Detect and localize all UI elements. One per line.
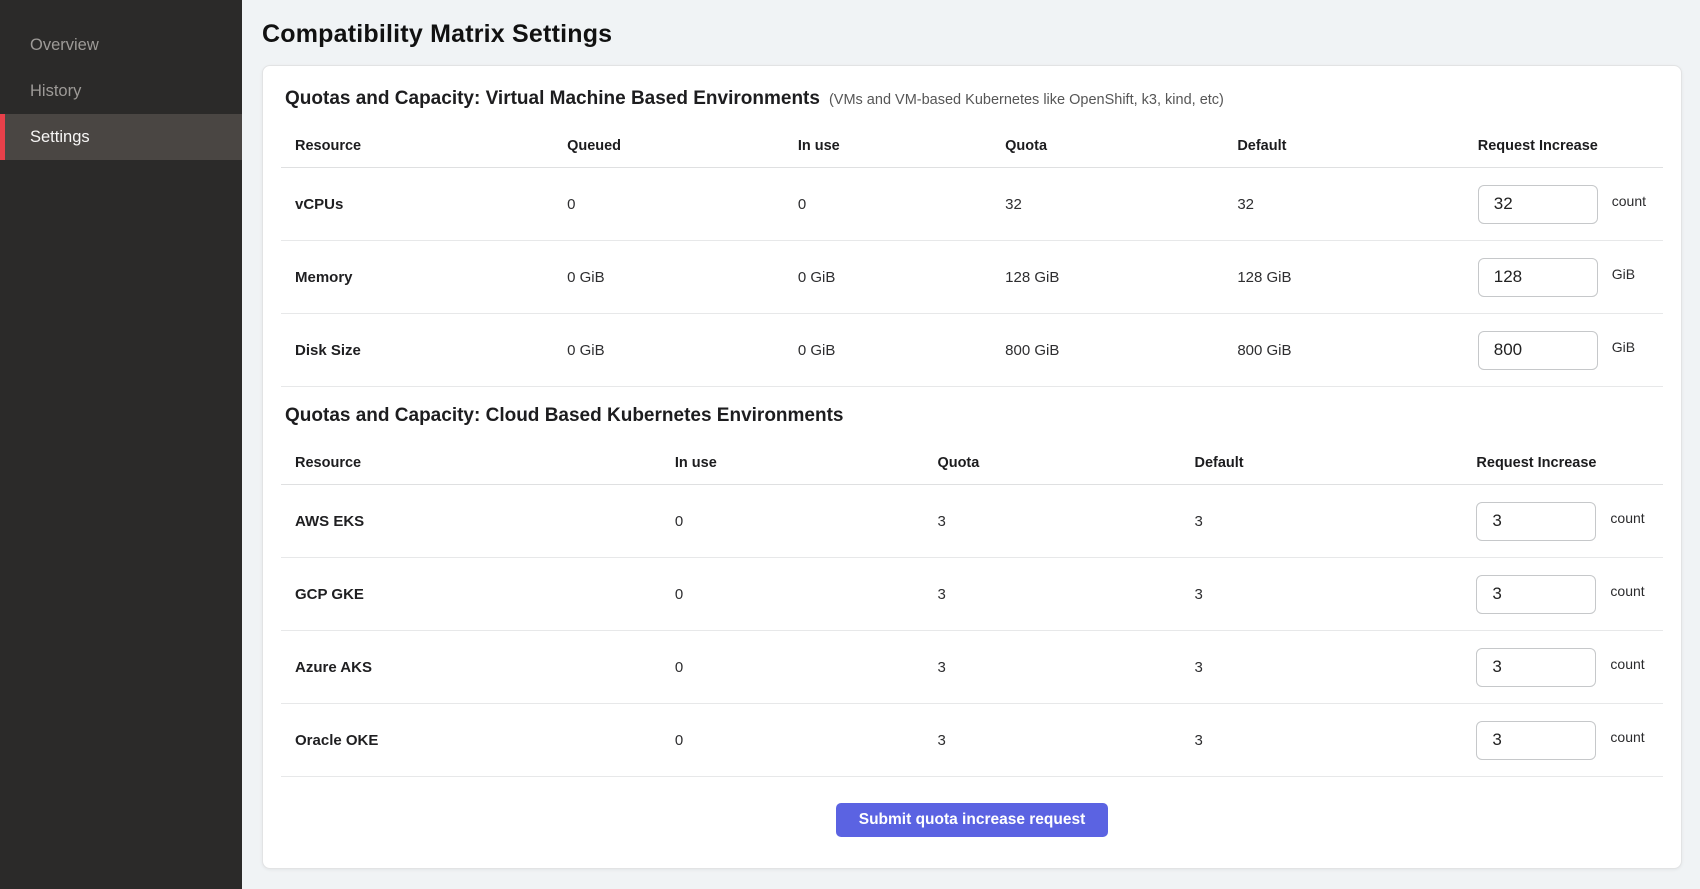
sidebar: Overview History Settings <box>0 0 242 889</box>
in-use-value: 0 GiB <box>798 269 1005 286</box>
quota-value: 3 <box>937 659 1194 676</box>
vm-col-quota: Quota <box>1005 138 1237 154</box>
cloud-col-request-increase: Request Increase <box>1476 455 1663 471</box>
in-use-value: 0 <box>675 586 938 603</box>
queued-value: 0 GiB <box>567 342 798 359</box>
resource-name: vCPUs <box>281 196 567 213</box>
resource-name: Memory <box>281 269 567 286</box>
resource-name: AWS EKS <box>281 513 675 530</box>
in-use-value: 0 <box>675 659 938 676</box>
in-use-value: 0 GiB <box>798 342 1005 359</box>
oracle-oke-request-input[interactable] <box>1476 721 1596 760</box>
sidebar-item-overview[interactable]: Overview <box>0 22 242 68</box>
unit-label: count <box>1610 510 1644 526</box>
cloud-section-title: Quotas and Capacity: Cloud Based Kuberne… <box>285 405 844 427</box>
table-row: Oracle OKE 0 3 3 count <box>281 704 1663 777</box>
vm-col-default: Default <box>1237 138 1477 154</box>
table-row: Disk Size 0 GiB 0 GiB 800 GiB 800 GiB Gi… <box>281 314 1663 387</box>
resource-name: Oracle OKE <box>281 732 675 749</box>
vm-col-request-increase: Request Increase <box>1478 138 1663 154</box>
unit-label: count <box>1610 656 1644 672</box>
resource-name: GCP GKE <box>281 586 675 603</box>
default-value: 3 <box>1194 513 1476 530</box>
queued-value: 0 GiB <box>567 269 798 286</box>
cloud-col-default: Default <box>1194 455 1476 471</box>
disk-size-request-input[interactable] <box>1478 331 1598 370</box>
default-value: 128 GiB <box>1237 269 1477 286</box>
vm-table-header: Resource Queued In use Quota Default Req… <box>281 124 1663 168</box>
submit-quota-increase-button[interactable]: Submit quota increase request <box>836 803 1109 837</box>
default-value: 3 <box>1194 586 1476 603</box>
unit-label: count <box>1610 729 1644 745</box>
sidebar-item-history[interactable]: History <box>0 68 242 114</box>
vm-col-in-use: In use <box>798 138 1005 154</box>
main-content: Compatibility Matrix Settings Quotas and… <box>242 0 1700 889</box>
default-value: 32 <box>1237 196 1477 213</box>
memory-request-input[interactable] <box>1478 258 1598 297</box>
cloud-col-resource: Resource <box>281 455 675 471</box>
vcpus-request-input[interactable] <box>1478 185 1598 224</box>
queued-value: 0 <box>567 196 798 213</box>
azure-aks-request-input[interactable] <box>1476 648 1596 687</box>
table-row: Azure AKS 0 3 3 count <box>281 631 1663 704</box>
submit-row: Submit quota increase request <box>281 777 1663 847</box>
quota-value: 800 GiB <box>1005 342 1237 359</box>
resource-name: Disk Size <box>281 342 567 359</box>
cloud-col-quota: Quota <box>937 455 1194 471</box>
vm-section-title: Quotas and Capacity: Virtual Machine Bas… <box>285 88 820 110</box>
in-use-value: 0 <box>675 732 938 749</box>
aws-eks-request-input[interactable] <box>1476 502 1596 541</box>
unit-label: count <box>1610 583 1644 599</box>
quota-value: 3 <box>937 732 1194 749</box>
quota-value: 3 <box>937 586 1194 603</box>
table-row: GCP GKE 0 3 3 count <box>281 558 1663 631</box>
default-value: 3 <box>1194 732 1476 749</box>
resource-name: Azure AKS <box>281 659 675 676</box>
cloud-table-header: Resource In use Quota Default Request In… <box>281 441 1663 485</box>
unit-label: GiB <box>1612 339 1635 355</box>
in-use-value: 0 <box>798 196 1005 213</box>
sidebar-item-settings[interactable]: Settings <box>0 114 242 160</box>
default-value: 800 GiB <box>1237 342 1477 359</box>
settings-card: Quotas and Capacity: Virtual Machine Bas… <box>262 65 1682 869</box>
table-row: Memory 0 GiB 0 GiB 128 GiB 128 GiB GiB <box>281 241 1663 314</box>
unit-label: count <box>1612 193 1646 209</box>
vm-col-resource: Resource <box>281 138 567 154</box>
default-value: 3 <box>1194 659 1476 676</box>
cloud-col-in-use: In use <box>675 455 938 471</box>
gcp-gke-request-input[interactable] <box>1476 575 1596 614</box>
vm-section-subtitle: (VMs and VM-based Kubernetes like OpenSh… <box>829 92 1224 108</box>
cloud-section-header: Quotas and Capacity: Cloud Based Kuberne… <box>281 403 1663 441</box>
table-row: vCPUs 0 0 32 32 count <box>281 168 1663 241</box>
quota-value: 32 <box>1005 196 1237 213</box>
quota-value: 3 <box>937 513 1194 530</box>
page-title: Compatibility Matrix Settings <box>262 20 1682 49</box>
vm-col-queued: Queued <box>567 138 798 154</box>
vm-section-header: Quotas and Capacity: Virtual Machine Bas… <box>281 86 1663 124</box>
unit-label: GiB <box>1612 266 1635 282</box>
quota-value: 128 GiB <box>1005 269 1237 286</box>
in-use-value: 0 <box>675 513 938 530</box>
table-row: AWS EKS 0 3 3 count <box>281 485 1663 558</box>
